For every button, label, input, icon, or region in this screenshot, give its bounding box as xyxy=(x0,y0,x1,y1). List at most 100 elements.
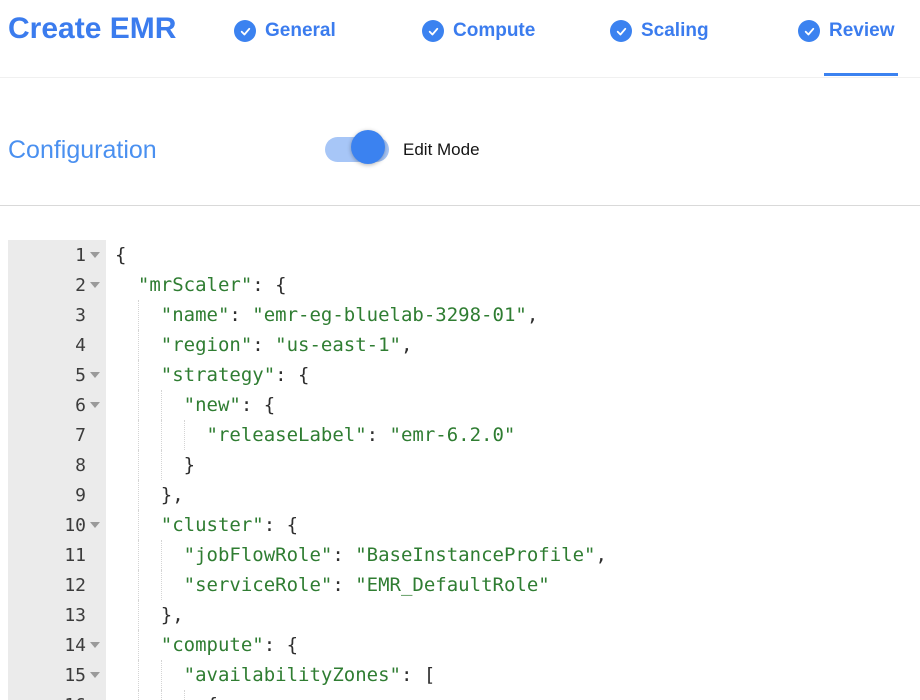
line-number: 10 xyxy=(64,515,86,536)
fold-caret-icon[interactable] xyxy=(90,402,100,408)
line-number: 16 xyxy=(64,695,86,700)
tab-label: Compute xyxy=(453,20,535,42)
fold-caret-icon[interactable] xyxy=(90,282,100,288)
gutter-line: 1 xyxy=(8,240,106,270)
code-line[interactable]: } xyxy=(106,450,920,480)
tab-review[interactable]: Review xyxy=(798,20,894,42)
check-circle-icon xyxy=(610,20,632,42)
indent-guide xyxy=(161,420,162,450)
fold-caret-icon[interactable] xyxy=(90,642,100,648)
code-line[interactable]: "releaseLabel": "emr-6.2.0" xyxy=(106,420,920,450)
indent-guide xyxy=(184,690,185,700)
indent-guide xyxy=(161,690,162,700)
fold-caret-icon[interactable] xyxy=(90,522,100,528)
indent-guide xyxy=(138,510,139,540)
toggle-knob xyxy=(351,130,385,164)
indent-guide xyxy=(138,390,139,420)
line-number: 2 xyxy=(75,275,86,296)
indent-guide xyxy=(161,570,162,600)
tab-scaling[interactable]: Scaling xyxy=(610,20,709,42)
line-number: 14 xyxy=(64,635,86,656)
indent-guide xyxy=(138,630,139,660)
indent-guide xyxy=(138,540,139,570)
line-number: 12 xyxy=(64,575,86,596)
line-number: 15 xyxy=(64,665,86,686)
indent-guide xyxy=(138,570,139,600)
check-circle-icon xyxy=(422,20,444,42)
code-line[interactable]: "region": "us-east-1", xyxy=(106,330,920,360)
fold-caret-icon[interactable] xyxy=(90,252,100,258)
code-line[interactable]: "serviceRole": "EMR_DefaultRole" xyxy=(106,570,920,600)
gutter-line: 7 xyxy=(8,420,106,450)
code-line[interactable]: }, xyxy=(106,480,920,510)
gutter-line: 14 xyxy=(8,630,106,660)
gutter-line: 16 xyxy=(8,690,106,700)
line-number: 3 xyxy=(75,305,86,326)
line-number: 13 xyxy=(64,605,86,626)
code-line[interactable]: "mrScaler": { xyxy=(106,270,920,300)
active-tab-indicator xyxy=(824,73,898,76)
section-divider xyxy=(0,205,920,206)
gutter-line: 2 xyxy=(8,270,106,300)
gutter-line: 6 xyxy=(8,390,106,420)
editor-code[interactable]: {"mrScaler": {"name": "emr-eg-bluelab-32… xyxy=(106,240,920,700)
indent-guide xyxy=(161,660,162,690)
tab-label: Review xyxy=(829,20,894,42)
gutter-line: 11 xyxy=(8,540,106,570)
check-circle-icon xyxy=(234,20,256,42)
indent-guide xyxy=(138,360,139,390)
line-number: 6 xyxy=(75,395,86,416)
fold-caret-icon[interactable] xyxy=(90,672,100,678)
code-line[interactable]: "cluster": { xyxy=(106,510,920,540)
indent-guide xyxy=(184,420,185,450)
code-line[interactable]: "strategy": { xyxy=(106,360,920,390)
wizard-header: Create EMR General Compute Scaling Revie… xyxy=(0,0,920,78)
line-number: 7 xyxy=(75,425,86,446)
edit-mode-label: Edit Mode xyxy=(403,140,480,160)
indent-guide xyxy=(138,330,139,360)
indent-guide xyxy=(138,300,139,330)
indent-guide xyxy=(161,390,162,420)
check-circle-icon xyxy=(798,20,820,42)
gutter-line: 15 xyxy=(8,660,106,690)
gutter-line: 5 xyxy=(8,360,106,390)
edit-mode-toggle[interactable] xyxy=(325,130,393,164)
tab-compute[interactable]: Compute xyxy=(422,20,535,42)
indent-guide xyxy=(138,660,139,690)
indent-guide xyxy=(138,600,139,630)
line-number: 1 xyxy=(75,245,86,266)
gutter-line: 8 xyxy=(8,450,106,480)
json-editor[interactable]: 12345678910111213141516 {"mrScaler": {"n… xyxy=(8,240,920,700)
gutter-line: 12 xyxy=(8,570,106,600)
gutter-line: 9 xyxy=(8,480,106,510)
line-number: 4 xyxy=(75,335,86,356)
code-line[interactable]: { xyxy=(106,690,920,700)
gutter-line: 4 xyxy=(8,330,106,360)
tab-general[interactable]: General xyxy=(234,20,336,42)
gutter-line: 3 xyxy=(8,300,106,330)
page-title: Create EMR xyxy=(8,12,176,46)
code-line[interactable]: "name": "emr-eg-bluelab-3298-01", xyxy=(106,300,920,330)
code-line[interactable]: { xyxy=(106,240,920,270)
tab-label: General xyxy=(265,20,336,42)
code-line[interactable]: }, xyxy=(106,600,920,630)
indent-guide xyxy=(138,420,139,450)
line-number: 8 xyxy=(75,455,86,476)
indent-guide xyxy=(138,480,139,510)
section-title-configuration: Configuration xyxy=(8,136,157,165)
create-emr-page: Create EMR General Compute Scaling Revie… xyxy=(0,0,920,700)
line-number: 11 xyxy=(64,545,86,566)
line-number: 9 xyxy=(75,485,86,506)
tab-label: Scaling xyxy=(641,20,709,42)
editor-gutter: 12345678910111213141516 xyxy=(8,240,106,700)
indent-guide xyxy=(138,450,139,480)
code-line[interactable]: "jobFlowRole": "BaseInstanceProfile", xyxy=(106,540,920,570)
gutter-line: 13 xyxy=(8,600,106,630)
indent-guide xyxy=(161,540,162,570)
fold-caret-icon[interactable] xyxy=(90,372,100,378)
line-number: 5 xyxy=(75,365,86,386)
code-line[interactable]: "availabilityZones": [ xyxy=(106,660,920,690)
code-line[interactable]: "new": { xyxy=(106,390,920,420)
code-line[interactable]: "compute": { xyxy=(106,630,920,660)
gutter-line: 10 xyxy=(8,510,106,540)
